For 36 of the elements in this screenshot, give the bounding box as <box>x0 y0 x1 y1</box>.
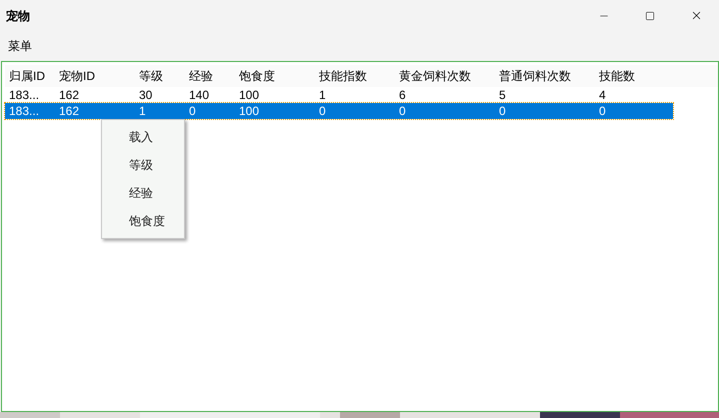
column-header[interactable]: 等级 <box>135 65 185 87</box>
context-menu-item[interactable]: 载入 <box>102 123 184 151</box>
table-cell-text: 100 <box>238 103 260 120</box>
table-cell-text: 140 <box>188 87 210 104</box>
table-cell-text: 0 <box>398 103 407 120</box>
table-cell-text: 6 <box>398 87 407 104</box>
window-title: 宠物 <box>6 8 30 24</box>
table-cell-text: 183... <box>8 87 40 104</box>
menu-item[interactable]: 菜单 <box>2 37 38 55</box>
maximize-icon <box>645 10 655 20</box>
table-cell-text: 1 <box>138 103 147 120</box>
column-header[interactable]: 黄金饲料次数 <box>395 65 495 87</box>
context-menu-item[interactable]: 经验 <box>102 179 184 207</box>
column-header[interactable]: 归属ID <box>5 65 55 87</box>
table-cell-text: 5 <box>498 87 507 104</box>
table-cell-text: 0 <box>598 103 607 120</box>
table-cell-text: 162 <box>58 87 80 104</box>
table-cell-text: 183... <box>8 103 40 120</box>
column-header[interactable]: 普通饲料次数 <box>495 65 595 87</box>
column-header[interactable]: 饱食度 <box>235 65 315 87</box>
table-cell-text: 1 <box>318 87 327 104</box>
table-cell-text: 0 <box>188 103 197 120</box>
column-header[interactable]: 技能指数 <box>315 65 395 87</box>
table-cell-text: 30 <box>138 87 154 104</box>
table-cell-text: 0 <box>498 103 507 120</box>
column-header[interactable]: 宠物ID <box>55 65 135 87</box>
table-row[interactable]: 183... 162 30 140 100 1 6 5 4 <box>5 87 673 103</box>
column-header[interactable]: 技能数 <box>595 65 669 87</box>
table-cell-text: 100 <box>238 87 260 104</box>
table-cell-text: 162 <box>58 103 80 120</box>
table-row[interactable]: 183... 162 1 0 100 0 0 0 0 <box>5 103 673 119</box>
context-menu-item[interactable]: 等级 <box>102 151 184 179</box>
table-cell-text: 4 <box>598 87 607 104</box>
column-header[interactable]: 经验 <box>185 65 235 87</box>
context-menu-item[interactable]: 饱食度 <box>102 207 184 235</box>
table-cell-text: 0 <box>318 103 327 120</box>
